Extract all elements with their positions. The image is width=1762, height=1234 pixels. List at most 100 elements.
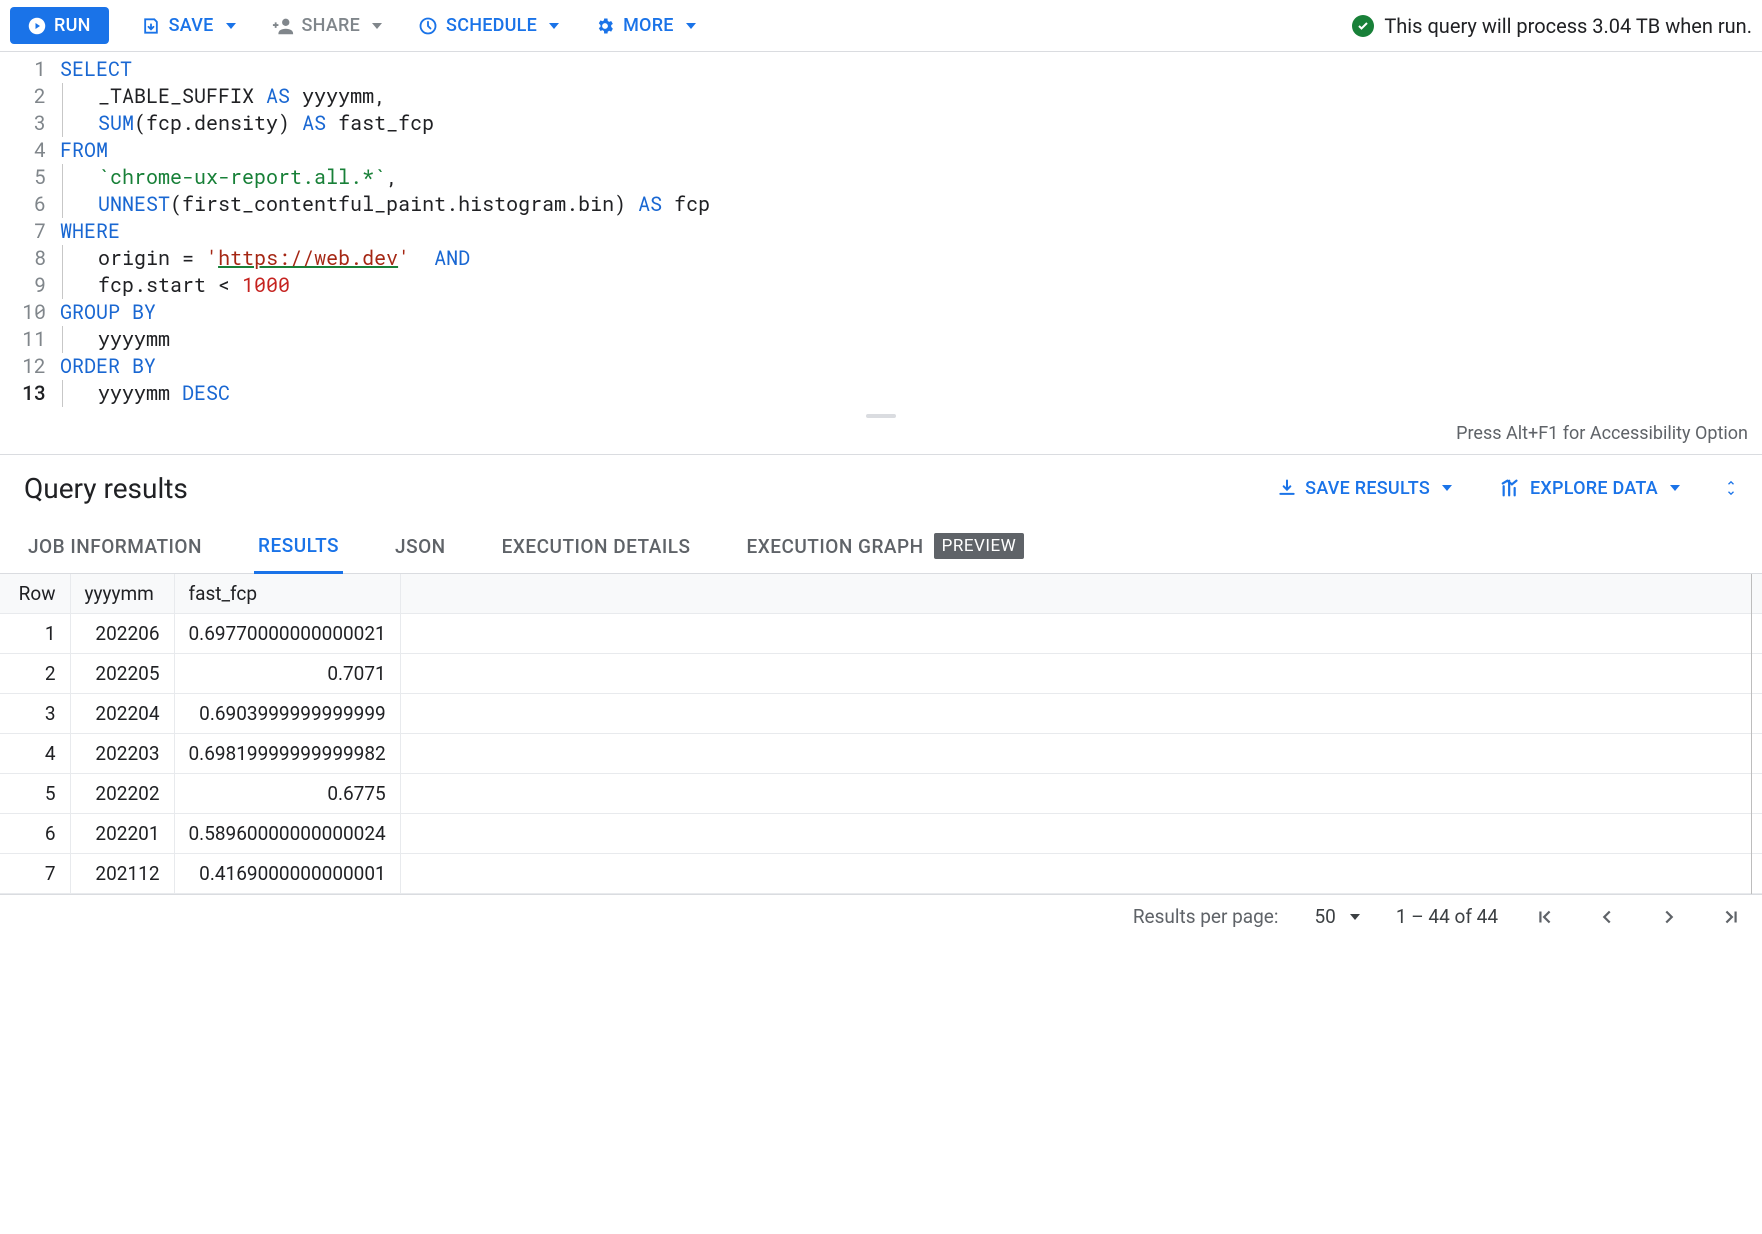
editor-line[interactable]: 3 SUM(fcp.density) AS fast_fcp <box>0 110 1762 137</box>
editor-line[interactable]: 6 UNNEST(first_contentful_paint.histogra… <box>0 191 1762 218</box>
editor-line[interactable]: 11 yyyymm <box>0 326 1762 353</box>
editor-line[interactable]: 5 `chrome-ux-report.all.*`, <box>0 164 1762 191</box>
table-row[interactable]: 12022060.69770000000000021 <box>0 614 1762 654</box>
more-button[interactable]: MORE <box>591 9 700 42</box>
indent-guide <box>62 380 74 407</box>
chevron-down-icon <box>686 23 696 29</box>
editor-line[interactable]: 1SELECT <box>0 56 1762 83</box>
table-row[interactable]: 62022010.58960000000000024 <box>0 814 1762 854</box>
save-icon <box>141 16 161 36</box>
cell-fast_fcp: 0.69770000000000021 <box>174 614 400 654</box>
line-number: 4 <box>0 137 60 164</box>
cell-row: 3 <box>0 694 70 734</box>
table-row[interactable]: 22022050.7071 <box>0 654 1762 694</box>
results-header: Query results SAVE RESULTS EXPLORE DATA <box>0 455 1762 519</box>
line-number: 5 <box>0 164 60 191</box>
last-page-button[interactable] <box>1720 906 1742 928</box>
editor-line[interactable]: 4FROM <box>0 137 1762 164</box>
results-table-wrap: Rowyyyymmfast_fcp 12022060.6977000000000… <box>0 574 1762 894</box>
column-header[interactable]: Row <box>0 574 70 614</box>
per-page-select[interactable]: 50 <box>1314 905 1359 928</box>
table-row[interactable]: 52022020.6775 <box>0 774 1762 814</box>
clock-icon <box>418 16 438 36</box>
column-header[interactable]: fast_fcp <box>174 574 400 614</box>
tab-execution-graph[interactable]: EXECUTION GRAPHPREVIEW <box>742 519 1028 573</box>
results-title: Query results <box>24 472 188 505</box>
share-button[interactable]: SHARE <box>268 9 387 43</box>
preview-badge: PREVIEW <box>934 533 1025 559</box>
cell-fast_fcp: 0.69819999999999982 <box>174 734 400 774</box>
run-label: RUN <box>54 15 91 36</box>
cell-yyyymm: 202201 <box>70 814 174 854</box>
line-number: 9 <box>0 272 60 299</box>
pagination-footer: Results per page: 50 1 – 44 of 44 <box>0 894 1762 938</box>
save-button[interactable]: SAVE <box>137 9 240 42</box>
editor-line[interactable]: 13 yyyymm DESC <box>0 380 1762 407</box>
filler-cell <box>400 774 1762 814</box>
table-row[interactable]: 72021120.4169000000000001 <box>0 854 1762 894</box>
cell-yyyymm: 202203 <box>70 734 174 774</box>
tab-json[interactable]: JSON <box>391 521 450 572</box>
filler-cell <box>400 734 1762 774</box>
table-row[interactable]: 32022040.6903999999999999 <box>0 694 1762 734</box>
save-results-button[interactable]: SAVE RESULTS <box>1273 472 1456 505</box>
first-page-button[interactable] <box>1534 906 1556 928</box>
next-page-button[interactable] <box>1658 906 1680 928</box>
chevron-up-icon <box>1724 478 1738 488</box>
schedule-button[interactable]: SCHEDULE <box>414 9 563 42</box>
tab-execution-details[interactable]: EXECUTION DETAILS <box>498 521 695 572</box>
line-number: 13 <box>0 380 60 407</box>
tab-results[interactable]: RESULTS <box>254 520 343 574</box>
tab-label: RESULTS <box>258 534 339 557</box>
tab-label: JOB INFORMATION <box>28 535 202 558</box>
scrollbar-edge <box>1751 574 1752 894</box>
cell-row: 4 <box>0 734 70 774</box>
filler-cell <box>400 854 1762 894</box>
tab-job-information[interactable]: JOB INFORMATION <box>24 521 206 572</box>
code-content: ORDER BY <box>60 353 156 380</box>
query-status: This query will process 3.04 TB when run… <box>1352 14 1752 38</box>
code-content: yyyymm <box>98 326 170 353</box>
code-content: fcp.start < 1000 <box>98 272 290 299</box>
cell-fast_fcp: 0.6903999999999999 <box>174 694 400 734</box>
drag-handle[interactable] <box>0 411 1762 421</box>
cell-yyyymm: 202112 <box>70 854 174 894</box>
chevron-down-icon <box>1724 488 1738 498</box>
code-content: origin = 'https://web.dev' AND <box>98 245 470 272</box>
sql-editor[interactable]: 1SELECT2 _TABLE_SUFFIX AS yyyymm,3 SUM(f… <box>0 52 1762 411</box>
status-text: This query will process 3.04 TB when run… <box>1384 14 1752 38</box>
code-content: `chrome-ux-report.all.*`, <box>98 164 398 191</box>
results-tabs: JOB INFORMATION RESULTS JSON EXECUTION DETA… <box>0 519 1762 574</box>
indent-guide <box>62 110 74 137</box>
cell-fast_fcp: 0.6775 <box>174 774 400 814</box>
tab-label: JSON <box>395 535 446 558</box>
indent-guide <box>62 326 74 353</box>
explore-data-button[interactable]: EXPLORE DATA <box>1496 471 1684 505</box>
run-button[interactable]: RUN <box>10 7 109 44</box>
code-content: GROUP BY <box>60 299 156 326</box>
save-label: SAVE <box>169 15 214 36</box>
expand-collapse-button[interactable] <box>1724 478 1738 498</box>
code-content: yyyymm DESC <box>98 380 230 407</box>
column-header[interactable]: yyyymm <box>70 574 174 614</box>
chevron-down-icon <box>1670 485 1680 491</box>
editor-line[interactable]: 10GROUP BY <box>0 299 1762 326</box>
table-header-row: Rowyyyymmfast_fcp <box>0 574 1762 614</box>
code-content: SELECT <box>60 56 132 83</box>
editor-line[interactable]: 2 _TABLE_SUFFIX AS yyyymm, <box>0 83 1762 110</box>
editor-line[interactable]: 8 origin = 'https://web.dev' AND <box>0 245 1762 272</box>
line-number: 6 <box>0 191 60 218</box>
filler-cell <box>400 574 1762 614</box>
editor-line[interactable]: 9 fcp.start < 1000 <box>0 272 1762 299</box>
filler-cell <box>400 814 1762 854</box>
table-row[interactable]: 42022030.69819999999999982 <box>0 734 1762 774</box>
prev-page-button[interactable] <box>1596 906 1618 928</box>
line-number: 1 <box>0 56 60 83</box>
editor-line[interactable]: 7WHERE <box>0 218 1762 245</box>
chevron-down-icon <box>1350 914 1360 920</box>
more-label: MORE <box>623 15 674 36</box>
share-label: SHARE <box>302 15 361 36</box>
download-icon <box>1277 478 1297 498</box>
editor-line[interactable]: 12ORDER BY <box>0 353 1762 380</box>
line-number: 12 <box>0 353 60 380</box>
